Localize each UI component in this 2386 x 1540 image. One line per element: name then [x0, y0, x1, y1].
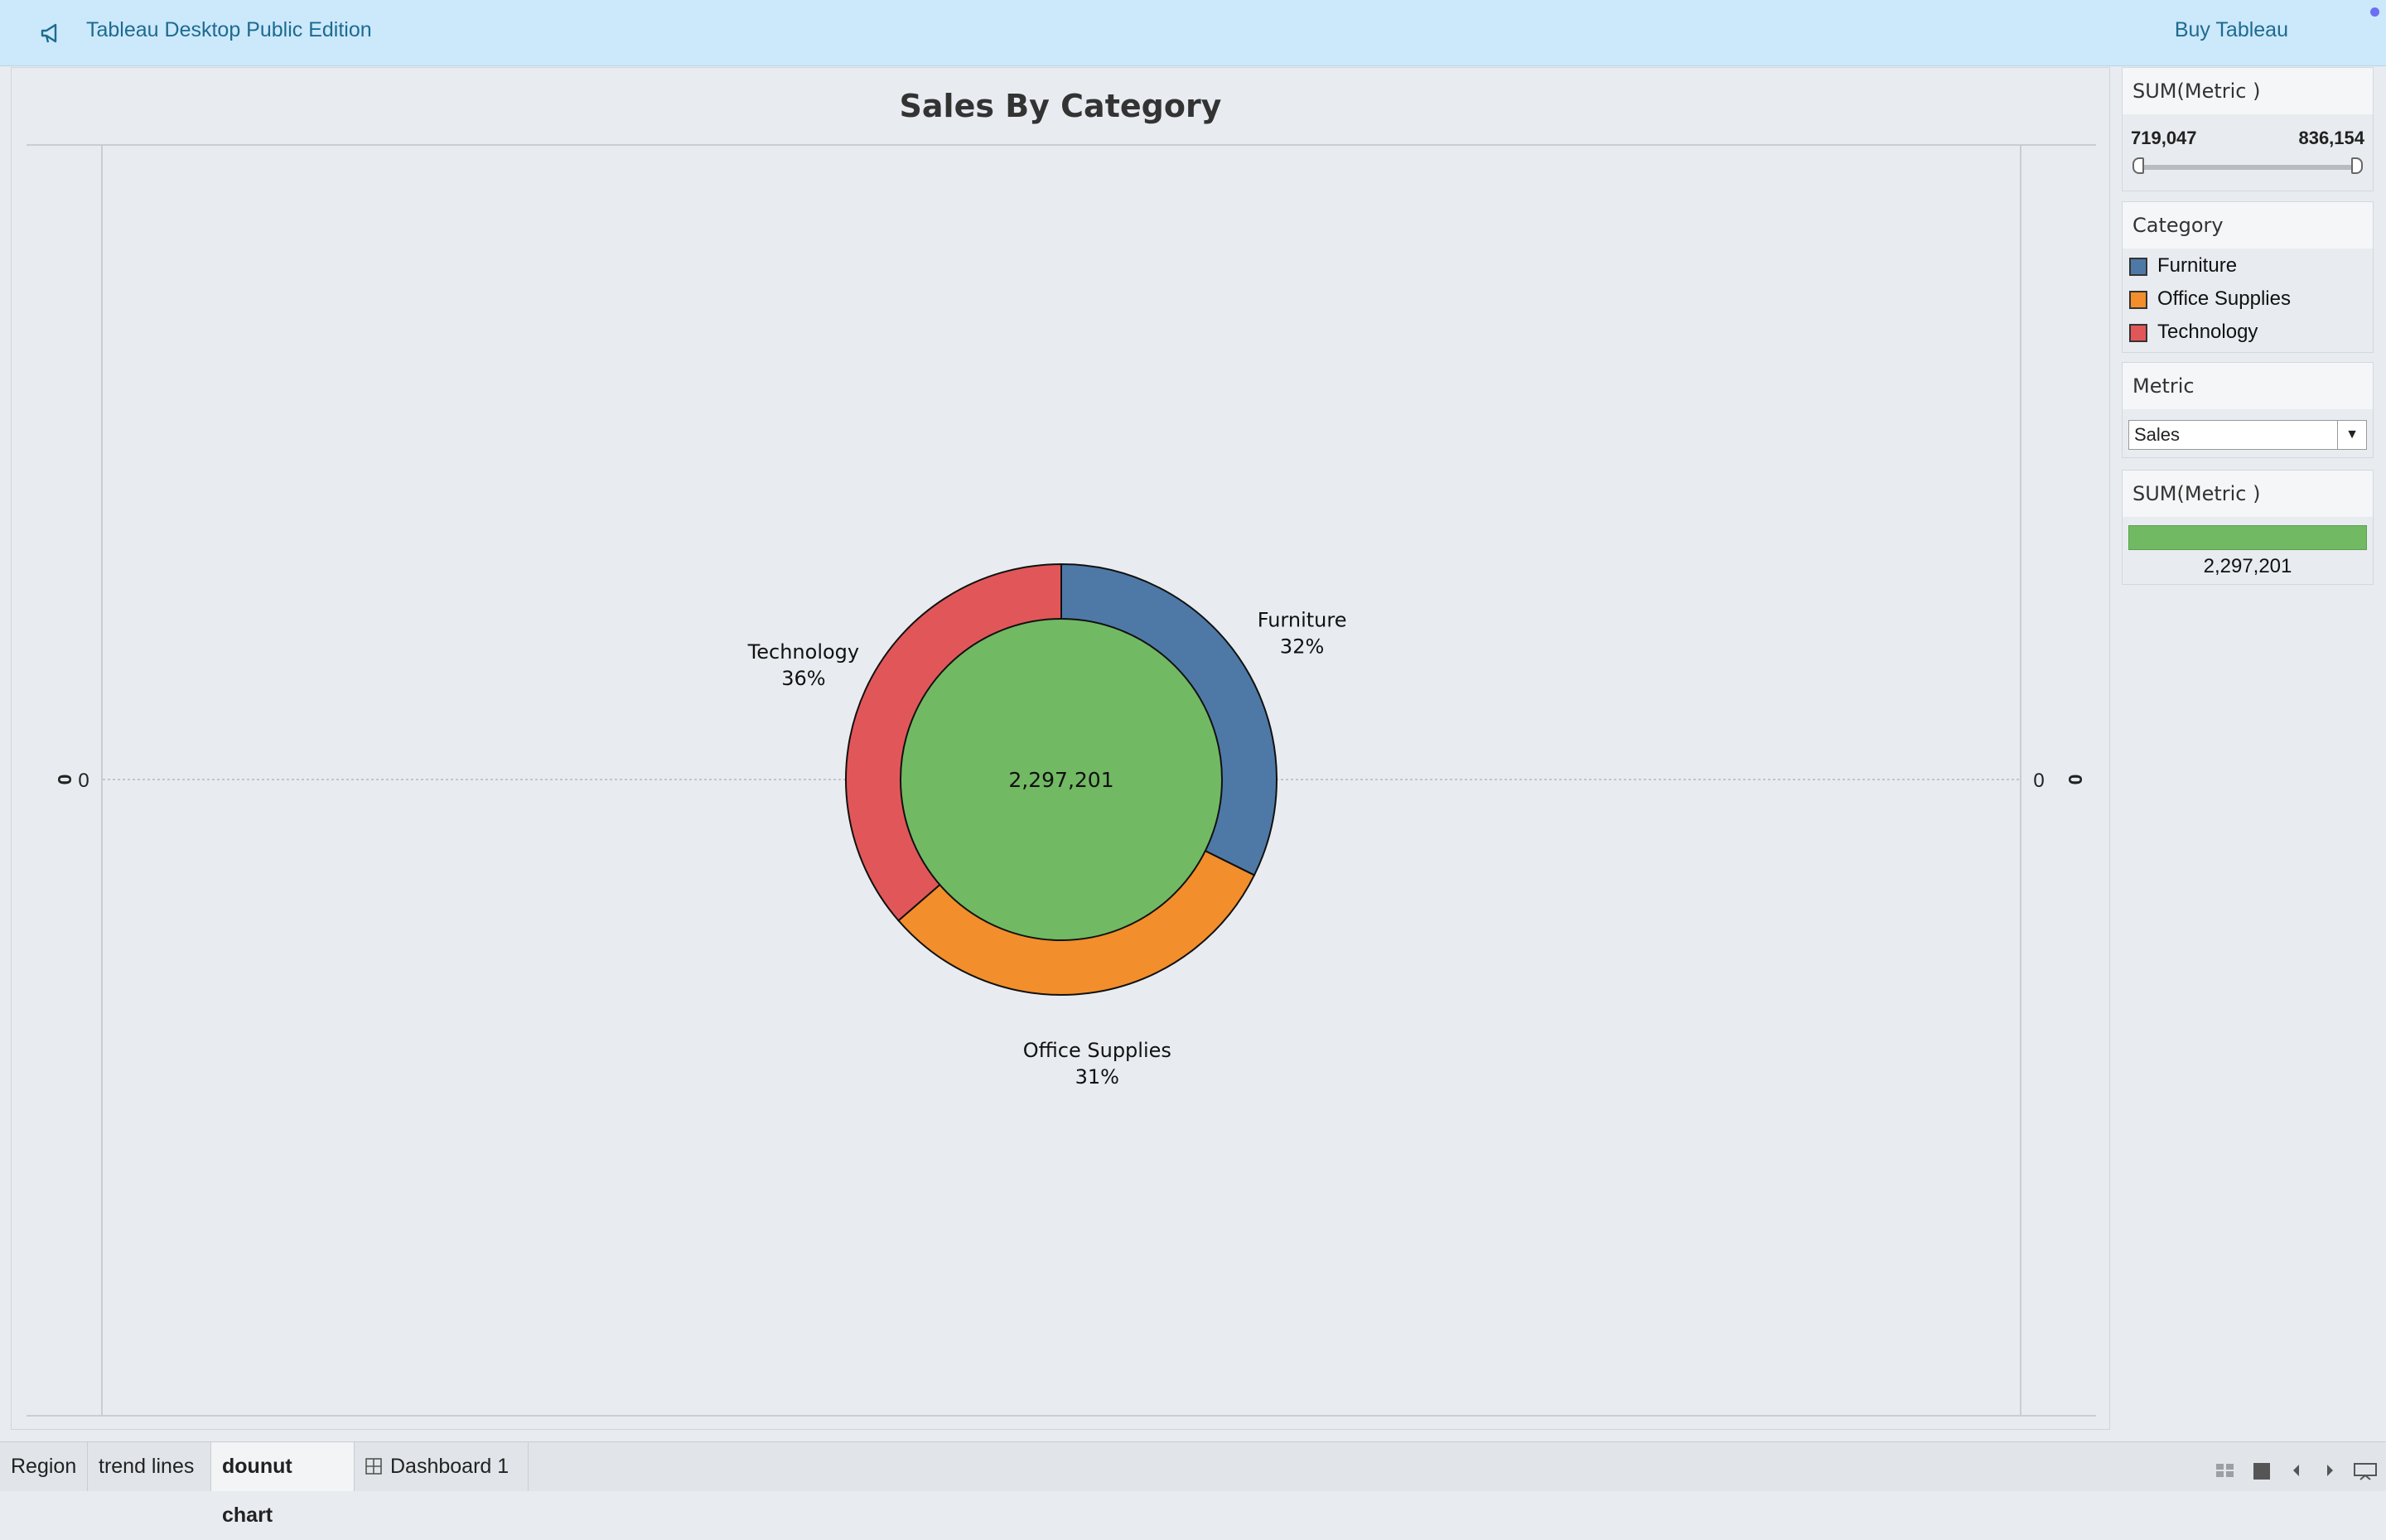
range-slider-min-handle[interactable] [2132, 157, 2144, 174]
range-max-value: 836,154 [2298, 128, 2364, 148]
sum-card-header: SUM(Metric ) [2123, 471, 2373, 517]
sheet-sorter-icon[interactable] [2215, 1462, 2235, 1479]
sum-metric-range-filter: SUM(Metric ) 719,047 836,154 [2122, 67, 2374, 191]
filmstrip-icon[interactable] [2252, 1462, 2272, 1480]
slice-percent-furniture: 32% [1280, 635, 1324, 659]
legend-label: Office Supplies [2157, 287, 2291, 310]
sheet-tab-bar: Region trend lines dounut chart Dashboar… [0, 1441, 2386, 1527]
range-slider-track[interactable] [2137, 165, 2358, 170]
legend-swatch [2129, 323, 2147, 342]
sum-value: 2,297,201 [2203, 555, 2292, 577]
dashboard-grid-icon [365, 1458, 382, 1475]
metric-parameter: Metric Sales ▼ [2122, 362, 2374, 458]
metric-dropdown[interactable]: Sales ▼ [2128, 420, 2367, 450]
next-sheet-icon[interactable] [2323, 1462, 2336, 1479]
notification-dot [2370, 7, 2379, 17]
range-min-value: 719,047 [2131, 128, 2197, 148]
legend-swatch [2129, 290, 2147, 309]
slice-label-technology: Technology [747, 640, 859, 664]
tab-label: Region [11, 1455, 77, 1478]
category-legend: Category Furniture Office Supplies Techn… [2122, 201, 2374, 353]
donut-chart: 0 0 0 0 Furniture 32% Office Supplies 31% Te… [27, 144, 2096, 1417]
app-title: Tableau Desktop Public Edition [86, 18, 372, 41]
legend-item-furniture[interactable]: Furniture [2129, 251, 2237, 281]
tab-region[interactable]: Region [0, 1442, 88, 1491]
megaphone-icon[interactable] [38, 20, 65, 46]
top-banner: Tableau Desktop Public Edition Buy Table… [0, 0, 2386, 66]
donut-center-total: 2,297,201 [1008, 768, 1113, 792]
dropdown-arrow-icon[interactable]: ▼ [2337, 421, 2366, 449]
right-axis-rot-label: 0 [2065, 775, 2086, 785]
tab-label: trend lines [99, 1455, 195, 1478]
legend-header: Category [2123, 202, 2373, 249]
range-filter-header: SUM(Metric ) [2123, 68, 2373, 114]
tab-dashboard-1[interactable]: Dashboard 1 [355, 1442, 529, 1491]
legend-swatch [2129, 257, 2147, 276]
legend-item-office-supplies[interactable]: Office Supplies [2129, 284, 2291, 314]
slice-label-furniture: Furniture [1258, 609, 1347, 632]
buy-tableau-link[interactable]: Buy Tableau [2175, 18, 2288, 42]
viz-area: Sales By Category 0 0 0 0 Furniture 32% Of… [11, 67, 2110, 1430]
metric-header: Metric [2123, 363, 2373, 409]
slice-label-office-supplies: Office Supplies [1023, 1039, 1171, 1062]
range-slider-max-handle[interactable] [2351, 157, 2363, 174]
legend-item-technology[interactable]: Technology [2129, 317, 2258, 347]
presentation-mode-icon[interactable] [2353, 1462, 2378, 1480]
tab-dounut-chart[interactable]: dounut chart [211, 1442, 355, 1527]
slice-percent-office-supplies: 31% [1075, 1065, 1119, 1089]
slice-percent-technology: 36% [781, 667, 825, 690]
sum-metric-card: SUM(Metric ) 2,297,201 [2122, 470, 2374, 585]
metric-selected-value: Sales [2134, 424, 2181, 445]
legend-label: Technology [2157, 321, 2258, 343]
right-axis-tick: 0 [2033, 770, 2044, 792]
left-axis-rot-label: 0 [54, 775, 75, 785]
tab-label: Dashboard 1 [390, 1455, 510, 1478]
tab-trend-lines[interactable]: trend lines [88, 1442, 211, 1491]
left-axis-tick: 0 [78, 770, 89, 792]
previous-sheet-icon[interactable] [2290, 1462, 2303, 1479]
legend-label: Furniture [2157, 254, 2238, 277]
sum-bar [2128, 525, 2367, 550]
